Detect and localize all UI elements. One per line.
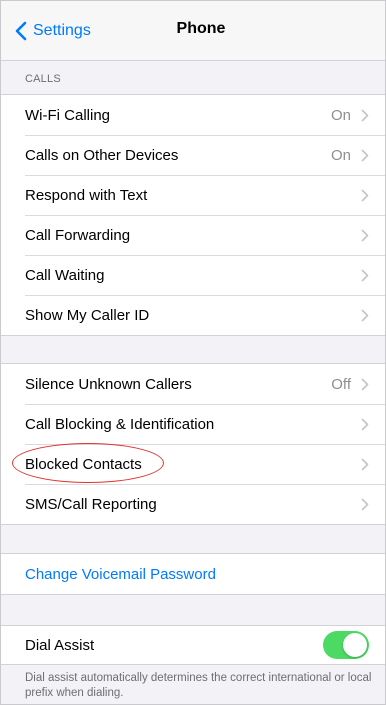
row-label: Dial Assist — [25, 636, 95, 654]
dial-assist-toggle[interactable] — [323, 631, 369, 659]
row-silence-unknown-callers[interactable]: Silence Unknown Callers Off — [1, 364, 385, 404]
row-label: Call Waiting — [25, 266, 105, 284]
row-calls-on-other-devices[interactable]: Calls on Other Devices On — [1, 135, 385, 175]
row-label: Calls on Other Devices — [25, 146, 179, 164]
chevron-right-icon — [361, 149, 369, 161]
row-show-my-caller-id[interactable]: Show My Caller ID — [1, 295, 385, 335]
row-wifi-calling[interactable]: Wi-Fi Calling On — [1, 95, 385, 135]
navigation-bar: Settings Phone — [1, 1, 385, 61]
row-call-forwarding[interactable]: Call Forwarding — [1, 215, 385, 255]
change-voicemail-password-button[interactable]: Change Voicemail Password — [1, 554, 385, 594]
dial-assist-group: Dial Assist — [1, 625, 385, 665]
row-dial-assist: Dial Assist — [1, 626, 385, 664]
blocking-group: Silence Unknown Callers Off Call Blockin… — [1, 363, 385, 525]
row-blocked-contacts[interactable]: Blocked Contacts — [1, 444, 385, 484]
row-call-waiting[interactable]: Call Waiting — [1, 255, 385, 295]
row-label: Silence Unknown Callers — [25, 375, 192, 393]
row-sms-call-reporting[interactable]: SMS/Call Reporting — [1, 484, 385, 524]
chevron-right-icon — [361, 109, 369, 121]
chevron-right-icon — [361, 378, 369, 390]
row-value: Off — [331, 375, 351, 393]
row-label: Call Forwarding — [25, 226, 131, 244]
row-label: Blocked Contacts — [25, 455, 142, 473]
row-label: Respond with Text — [25, 186, 148, 204]
row-label: SMS/Call Reporting — [25, 495, 157, 513]
dial-assist-footnote: Dial assist automatically determines the… — [25, 672, 372, 699]
page-title: Phone — [176, 20, 226, 37]
row-respond-with-text[interactable]: Respond with Text — [1, 175, 385, 215]
row-call-blocking-identification[interactable]: Call Blocking & Identification — [1, 404, 385, 444]
chevron-right-icon — [361, 189, 369, 201]
row-value: On — [330, 106, 351, 124]
chevron-right-icon — [361, 229, 369, 241]
chevron-right-icon — [361, 309, 369, 321]
row-label: Show My Caller ID — [25, 306, 150, 324]
chevron-right-icon — [361, 269, 369, 281]
row-label: Change Voicemail Password — [25, 565, 216, 583]
section-header-calls: CALLS — [25, 73, 61, 85]
voicemail-group: Change Voicemail Password — [1, 553, 385, 595]
row-label: Wi-Fi Calling — [25, 106, 111, 124]
row-value: On — [330, 146, 351, 164]
chevron-right-icon — [361, 498, 369, 510]
chevron-right-icon — [361, 458, 369, 470]
chevron-right-icon — [361, 418, 369, 430]
toggle-knob — [343, 633, 367, 657]
phone-settings-screen: Settings Phone CALLS Wi-Fi Calling On Ca… — [0, 0, 386, 705]
calls-group: Wi-Fi Calling On Calls on Other Devices … — [1, 94, 385, 336]
row-label: Call Blocking & Identification — [25, 415, 215, 433]
